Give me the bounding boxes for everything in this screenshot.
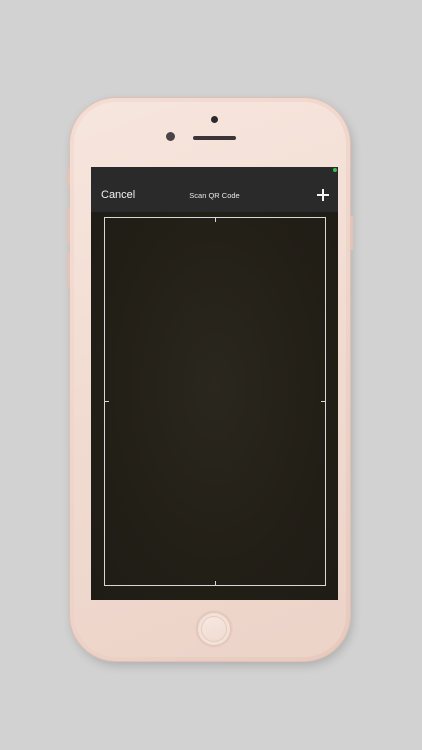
- volume-down-button: [67, 253, 70, 287]
- phone-frame: Cancel Scan QR Code: [67, 98, 353, 661]
- plus-icon[interactable]: [315, 187, 331, 203]
- phone-face: Cancel Scan QR Code: [74, 102, 346, 657]
- navigation-bar: Cancel Scan QR Code: [91, 167, 338, 212]
- scan-frame-bottom-tick: [215, 581, 216, 586]
- page-title: Scan QR Code: [189, 191, 240, 200]
- camera-viewfinder: [91, 212, 338, 600]
- scan-frame-right-tick: [321, 401, 326, 402]
- volume-up-button: [67, 208, 70, 242]
- proximity-sensor-icon: [211, 116, 218, 123]
- green-dot-icon: [333, 168, 337, 172]
- power-button: [350, 216, 353, 250]
- phone-screen: Cancel Scan QR Code: [91, 167, 338, 600]
- scan-frame-left-tick: [104, 401, 109, 402]
- home-button-icon[interactable]: [196, 611, 232, 647]
- earpiece-speaker: [193, 136, 236, 140]
- front-camera-icon: [166, 132, 175, 141]
- scan-frame-top-tick: [215, 217, 216, 222]
- home-button-ring: [201, 616, 227, 642]
- scan-frame: [104, 217, 326, 586]
- mute-switch: [67, 168, 70, 186]
